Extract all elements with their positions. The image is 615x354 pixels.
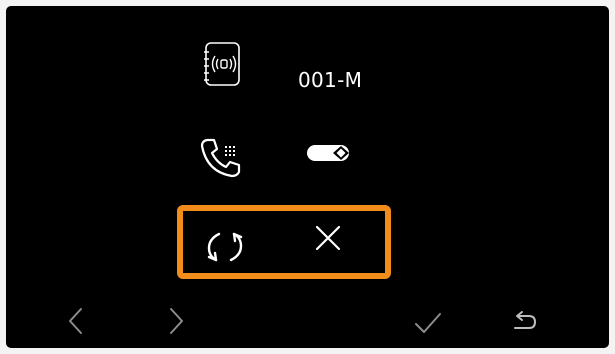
address-book-intercom-icon[interactable] (203, 41, 243, 87)
chevron-left-icon[interactable] (66, 306, 86, 336)
toggle-switch[interactable] (306, 144, 352, 162)
phone-keypad-icon[interactable] (199, 136, 247, 178)
check-icon[interactable] (414, 311, 442, 335)
intercom-screen: 001-M (6, 6, 609, 348)
chevron-right-icon[interactable] (166, 306, 186, 336)
device-label: 001-M (298, 68, 363, 92)
close-icon[interactable] (314, 224, 342, 252)
refresh-icon[interactable] (203, 226, 247, 266)
return-icon[interactable] (512, 311, 538, 333)
